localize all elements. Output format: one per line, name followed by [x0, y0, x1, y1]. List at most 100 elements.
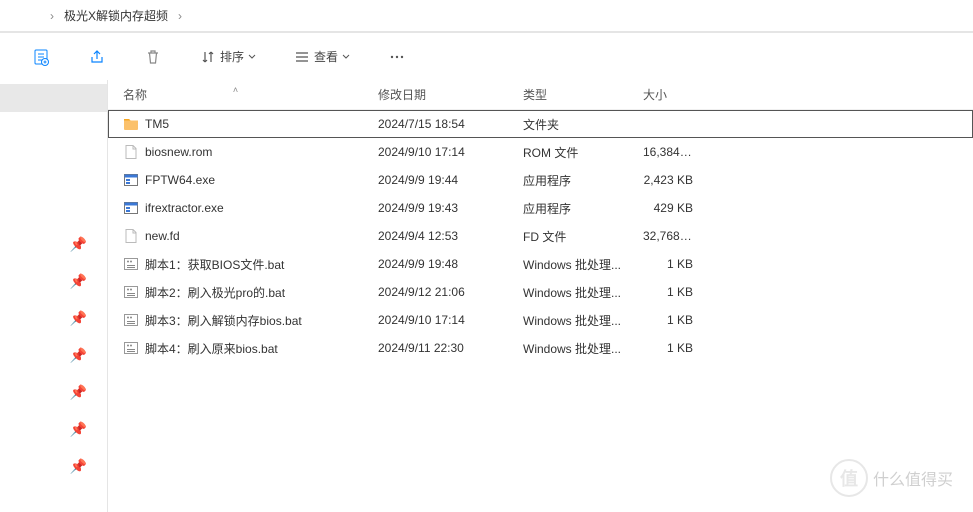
file-name: biosnew.rom: [145, 145, 212, 159]
file-date: 2024/9/4 12:53: [363, 229, 508, 243]
file-date: 2024/7/15 18:54: [363, 117, 508, 131]
file-type: 应用程序: [508, 172, 628, 189]
file-name-cell: new.fd: [108, 228, 363, 244]
column-type[interactable]: 类型: [508, 86, 628, 103]
file-row[interactable]: 脚本3：刷入解锁内存bios.bat2024/9/10 17:14Windows…: [108, 306, 973, 334]
file-date: 2024/9/9 19:44: [363, 173, 508, 187]
file-size: 2,423 KB: [628, 173, 708, 187]
file-list: TM5 2024/7/15 18:54文件夹 biosnew.rom 2024/9/1…: [108, 110, 973, 362]
share-icon: [88, 48, 106, 66]
pin-icon[interactable]: 📌: [70, 384, 87, 401]
file-name-cell: 脚本2：刷入极光pro的.bat: [108, 284, 363, 301]
column-headers: 名称 ˄ 修改日期 类型 大小: [108, 80, 973, 110]
file-row[interactable]: FPTW64.exe 2024/9/9 19:44应用程序2,423 KB: [108, 166, 973, 194]
watermark-text: 什么值得买: [873, 466, 953, 490]
file-date: 2024/9/9 19:48: [363, 257, 508, 271]
file-name: 脚本1：获取BIOS文件.bat: [145, 256, 284, 273]
file-name-cell: biosnew.rom: [108, 144, 363, 160]
file-type: FD 文件: [508, 228, 628, 245]
share-button[interactable]: [84, 44, 110, 70]
file-size: 32,768 KB: [628, 229, 708, 243]
file-date: 2024/9/11 22:30: [363, 341, 508, 355]
column-date[interactable]: 修改日期: [363, 86, 508, 103]
file-row[interactable]: TM5 2024/7/15 18:54文件夹: [108, 110, 973, 138]
pin-icon[interactable]: 📌: [70, 347, 87, 364]
file-size: 1 KB: [628, 341, 708, 355]
file-date: 2024/9/10 17:14: [363, 145, 508, 159]
pin-icon[interactable]: 📌: [70, 421, 87, 438]
file-name: FPTW64.exe: [145, 173, 215, 187]
file-row[interactable]: 脚本1：获取BIOS文件.bat 2024/9/9 19:48Windows 批处…: [108, 250, 973, 278]
sort-icon: [200, 49, 216, 65]
view-icon: [294, 49, 310, 65]
file-date: 2024/9/9 19:43: [363, 201, 508, 215]
file-name: 脚本3：刷入解锁内存bios.bat: [145, 312, 302, 329]
column-name-label: 名称: [123, 88, 147, 102]
file-name-cell: ifrextractor.exe: [108, 200, 363, 216]
file-type: 应用程序: [508, 200, 628, 217]
breadcrumb-folder[interactable]: 极光X解锁内存超频: [64, 7, 168, 24]
file-name-cell: 脚本1：获取BIOS文件.bat: [108, 256, 363, 273]
file-size: 16,384 KB: [628, 145, 708, 159]
bat-icon: [123, 312, 139, 328]
delete-button[interactable]: [140, 44, 166, 70]
column-name[interactable]: 名称 ˄: [108, 86, 363, 103]
file-row[interactable]: new.fd2024/9/4 12:53FD 文件32,768 KB: [108, 222, 973, 250]
file-name-cell: FPTW64.exe: [108, 172, 363, 188]
pin-icon[interactable]: 📌: [70, 236, 87, 253]
bat-icon: [123, 340, 139, 356]
breadcrumb-sep: ›: [178, 9, 182, 23]
file-row[interactable]: biosnew.rom 2024/9/10 17:14ROM 文件16,384 K…: [108, 138, 973, 166]
file-icon: [123, 228, 139, 244]
file-size: 1 KB: [628, 313, 708, 327]
sort-label: 排序: [220, 48, 244, 65]
trash-icon: [144, 48, 162, 66]
breadcrumb-sep: ›: [50, 9, 54, 23]
file-date: 2024/9/10 17:14: [363, 313, 508, 327]
body: 📌 📌 📌 📌 📌 📌 📌 名称 ˄ 修改日期 类型 大小 TM5 2024/7/…: [0, 80, 973, 512]
file-type: Windows 批处理...: [508, 340, 628, 357]
file-name: ifrextractor.exe: [145, 201, 224, 215]
exe-icon: [123, 200, 139, 216]
file-row[interactable]: 脚本4：刷入原来bios.bat 2024/9/11 22:30Windows 批…: [108, 334, 973, 362]
sort-button[interactable]: 排序: [196, 44, 260, 69]
chevron-down-icon: [248, 53, 256, 61]
bat-icon: [123, 256, 139, 272]
new-icon: [32, 48, 50, 66]
file-row[interactable]: 脚本2：刷入极光pro的.bat2024/9/12 21:06Windows 批…: [108, 278, 973, 306]
file-pane: 名称 ˄ 修改日期 类型 大小 TM5 2024/7/15 18:54文件夹 bio…: [108, 80, 973, 512]
file-type: Windows 批处理...: [508, 256, 628, 273]
chevron-down-icon: [342, 53, 350, 61]
file-name-cell: 脚本3：刷入解锁内存bios.bat: [108, 312, 363, 329]
file-name-cell: TM5: [108, 116, 363, 132]
sidebar-selected-item[interactable]: [0, 84, 107, 112]
ellipsis-icon: [388, 48, 406, 66]
file-name: 脚本4：刷入原来bios.bat: [145, 340, 278, 357]
file-row[interactable]: ifrextractor.exe 2024/9/9 19:43应用程序429 KB: [108, 194, 973, 222]
breadcrumb: › 极光X解锁内存超频 ›: [0, 0, 973, 32]
file-name: TM5: [145, 117, 169, 131]
more-button[interactable]: [384, 44, 410, 70]
column-size[interactable]: 大小: [628, 86, 708, 103]
new-button[interactable]: [28, 44, 54, 70]
file-type: Windows 批处理...: [508, 284, 628, 301]
file-icon: [123, 144, 139, 160]
file-type: 文件夹: [508, 116, 628, 133]
folder-icon: [123, 116, 139, 132]
watermark-badge: 值: [830, 459, 868, 497]
file-type: ROM 文件: [508, 144, 628, 161]
file-size: 1 KB: [628, 285, 708, 299]
toolbar: 排序 查看: [0, 32, 973, 80]
sort-asc-icon: ˄: [233, 85, 238, 95]
sidebar: 📌 📌 📌 📌 📌 📌 📌: [0, 80, 108, 512]
file-size: 429 KB: [628, 201, 708, 215]
pin-icon[interactable]: 📌: [70, 458, 87, 475]
pin-icon[interactable]: 📌: [70, 310, 87, 327]
file-name-cell: 脚本4：刷入原来bios.bat: [108, 340, 363, 357]
view-button[interactable]: 查看: [290, 44, 354, 69]
file-name: 脚本2：刷入极光pro的.bat: [145, 284, 285, 301]
watermark: 值 什么值得买: [830, 459, 953, 497]
view-label: 查看: [314, 48, 338, 65]
bat-icon: [123, 284, 139, 300]
pin-icon[interactable]: 📌: [70, 273, 87, 290]
